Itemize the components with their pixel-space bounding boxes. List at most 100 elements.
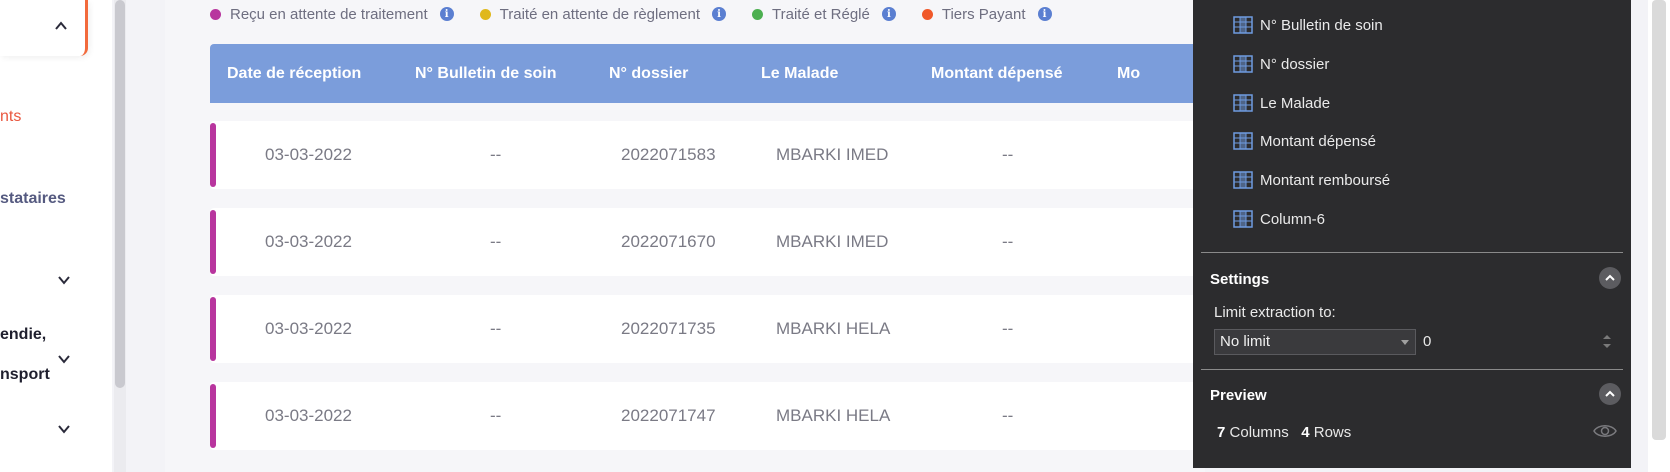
sidebar-scrollbar-thumb[interactable] [115, 0, 125, 388]
table-row[interactable]: 03-03-2022 -- 2022071747 MBARKI HELA -- [210, 382, 1230, 450]
cell-dossier: 2022071735 [621, 319, 716, 338]
sidebar-item-label[interactable]: endie, [0, 326, 46, 344]
column-item-label: N° dossier [1260, 55, 1330, 73]
settings-title: Settings [1210, 271, 1270, 288]
table-column-icon [1233, 94, 1253, 112]
collapse-preview-button[interactable] [1599, 383, 1621, 405]
cell-bulletin: -- [490, 145, 502, 164]
legend-label: Reçu en attente de traitement [230, 5, 428, 23]
preview-rows-count: 4 [1301, 424, 1310, 441]
table-row[interactable]: 03-03-2022 -- 2022071670 MBARKI IMED -- [210, 208, 1230, 276]
table-column-icon [1233, 55, 1253, 73]
divider [1201, 369, 1623, 370]
cell-bulletin: -- [490, 406, 502, 425]
info-icon[interactable]: i [712, 7, 727, 21]
dropdown-caret-icon [1401, 340, 1409, 345]
table-column-icon [1233, 16, 1253, 34]
column-item[interactable]: Montant remboursé [1233, 170, 1390, 190]
chevron-down-icon[interactable] [57, 273, 71, 287]
column-item-label: N° Bulletin de soin [1260, 16, 1383, 34]
sidebar: nts stataires endie, nsport [0, 0, 112, 472]
status-marker [210, 123, 216, 187]
table-column-icon [1233, 132, 1253, 150]
column-header[interactable]: Date de réception [227, 44, 361, 103]
cell-malade: MBARKI HELA [776, 406, 891, 425]
spin-down-icon[interactable] [1603, 344, 1611, 348]
collapse-settings-button[interactable] [1599, 267, 1621, 289]
column-header[interactable]: N° dossier [609, 44, 688, 103]
limit-number-input[interactable]: 0 [1419, 329, 1617, 355]
table-column-icon [1233, 171, 1253, 189]
cell-dossier: 2022071670 [621, 232, 716, 251]
limit-select[interactable]: No limit [1214, 329, 1416, 355]
info-icon[interactable]: i [881, 7, 896, 21]
column-item[interactable]: Column-6 [1233, 209, 1325, 229]
legend-item: Reçu en attente de traitement i [210, 6, 454, 23]
limit-label: Limit extraction to: [1214, 304, 1336, 321]
cell-montant: -- [1002, 232, 1014, 251]
status-dot-icon [210, 8, 221, 20]
cell-montant: -- [1002, 406, 1014, 425]
column-header[interactable]: Mo [1117, 44, 1140, 103]
legend-label: Traité en attente de règlement [499, 5, 701, 23]
cell-date: 03-03-2022 [265, 145, 352, 164]
preview-summary: 7 Columns 4 Rows [1217, 424, 1351, 441]
info-icon[interactable]: i [1037, 7, 1052, 21]
cell-date: 03-03-2022 [265, 232, 352, 251]
chevron-down-icon[interactable] [57, 352, 71, 366]
preview-rows-word: Rows [1313, 424, 1352, 441]
chevron-down-icon[interactable] [57, 422, 71, 436]
legend-item: Tiers Payant i [921, 5, 1052, 23]
divider [1201, 252, 1623, 253]
spin-up-icon[interactable] [1603, 335, 1611, 339]
column-item[interactable]: Le Malade [1233, 93, 1330, 113]
sidebar-item-label[interactable]: nsport [0, 366, 50, 384]
status-legend: Reçu en attente de traitement i Traité e… [210, 4, 1078, 24]
status-marker [210, 210, 216, 274]
cell-malade: MBARKI HELA [776, 319, 891, 338]
table-row[interactable]: 03-03-2022 -- 2022071735 MBARKI HELA -- [210, 295, 1230, 363]
column-item-label: Column-6 [1260, 210, 1326, 228]
cell-malade: MBARKI IMED [776, 145, 889, 164]
legend-label: Traité et Réglé [772, 5, 870, 23]
table-row[interactable]: 03-03-2022 -- 2022071583 MBARKI IMED -- [210, 121, 1230, 189]
eye-icon[interactable] [1593, 423, 1617, 439]
column-item[interactable]: N° dossier [1233, 54, 1329, 74]
legend-label: Tiers Payant [941, 5, 1026, 23]
sidebar-item-label[interactable]: nts [0, 108, 21, 126]
sidebar-scrollbar[interactable] [114, 0, 126, 472]
column-item-label: Le Malade [1260, 94, 1331, 112]
sidebar-item-label[interactable]: stataires [0, 190, 66, 208]
column-item-label: Montant remboursé [1260, 171, 1391, 189]
cell-date: 03-03-2022 [265, 319, 352, 338]
table-header: Date de réception N° Bulletin de soin N°… [210, 44, 1230, 103]
cell-date: 03-03-2022 [265, 406, 352, 425]
sidebar-active-section[interactable] [0, 0, 88, 56]
cell-montant: -- [1002, 145, 1014, 164]
preview-title: Preview [1210, 387, 1267, 404]
cell-bulletin: -- [490, 319, 502, 338]
column-item[interactable]: Montant dépensé [1233, 131, 1376, 151]
cell-dossier: 2022071747 [621, 406, 716, 425]
column-header[interactable]: Le Malade [761, 44, 838, 103]
limit-number-value: 0 [1423, 333, 1432, 350]
info-icon[interactable]: i [439, 7, 454, 21]
chevron-up-icon[interactable] [54, 19, 68, 33]
cell-bulletin: -- [490, 232, 502, 251]
column-header[interactable]: N° Bulletin de soin [415, 44, 557, 103]
preview-columns-word: Columns [1229, 424, 1289, 441]
window-scrollbar-thumb[interactable] [1652, 0, 1666, 440]
column-item-label: Montant dépensé [1260, 132, 1376, 150]
legend-item: Traité en attente de règlement i [479, 5, 727, 23]
status-dot-icon [752, 8, 764, 20]
limit-select-value: No limit [1220, 333, 1271, 350]
table-column-icon [1233, 210, 1253, 228]
status-marker [210, 297, 216, 361]
status-marker [210, 384, 216, 448]
cell-montant: -- [1002, 319, 1014, 338]
window-scrollbar[interactable] [1648, 0, 1670, 472]
column-item[interactable]: N° Bulletin de soin [1233, 15, 1383, 35]
column-header[interactable]: Montant dépensé [931, 44, 1063, 103]
extraction-panel: N° Bulletin de soin N° dossier Le Malade… [1193, 0, 1631, 468]
status-dot-icon [921, 8, 933, 20]
